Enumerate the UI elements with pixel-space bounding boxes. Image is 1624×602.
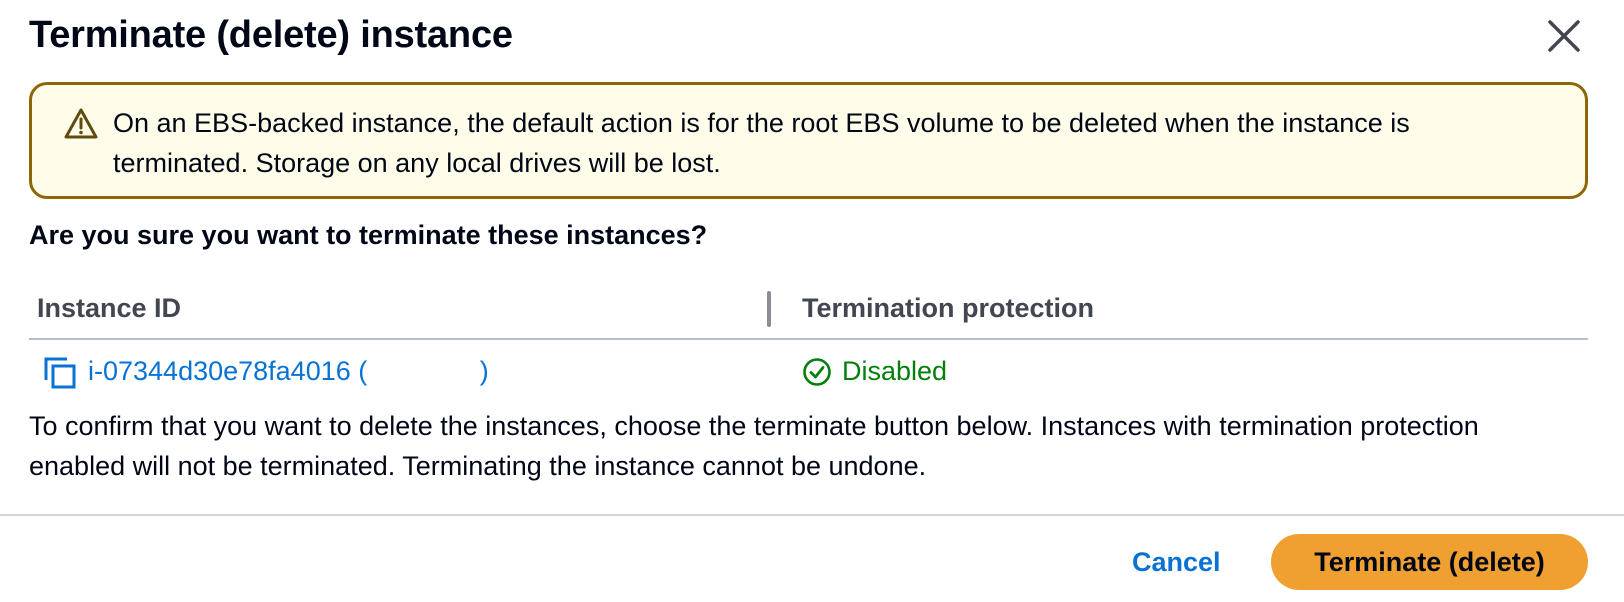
confirm-description: To confirm that you want to delete the i…	[29, 411, 1479, 481]
table-header: Instance ID Termination protection	[29, 283, 1588, 340]
close-button[interactable]	[1544, 16, 1584, 56]
cancel-button[interactable]: Cancel	[1120, 534, 1233, 590]
modal-header: Terminate (delete) instance	[29, 12, 1584, 60]
warning-alert: On an EBS-backed instance, the default a…	[29, 82, 1588, 199]
check-circle-icon	[803, 358, 831, 386]
instance-id-link[interactable]: i-07344d30e78fa4016 ( )	[88, 356, 489, 387]
column-header-instance-id: Instance ID	[37, 293, 182, 323]
modal-title: Terminate (delete) instance	[29, 14, 513, 56]
close-icon	[1548, 20, 1580, 52]
warning-icon	[64, 108, 98, 139]
column-header-termination-protection: Termination protection	[802, 293, 1095, 323]
terminate-instance-modal: Terminate (delete) instance On an EBS-ba…	[0, 0, 1624, 602]
termination-protection-status: Disabled	[842, 356, 948, 386]
terminate-button[interactable]: Terminate (delete)	[1271, 534, 1588, 590]
footer-divider	[0, 514, 1624, 516]
warning-alert-text: On an EBS-backed instance, the default a…	[113, 108, 1410, 178]
copy-icon[interactable]	[43, 356, 77, 390]
instances-table: Instance ID Termination protection i-073…	[29, 283, 1588, 406]
table-row: i-07344d30e78fa4016 ( ) Disabled	[29, 340, 1588, 406]
confirm-question: Are you sure you want to terminate these…	[29, 220, 708, 250]
column-resize-handle[interactable]	[767, 291, 771, 327]
